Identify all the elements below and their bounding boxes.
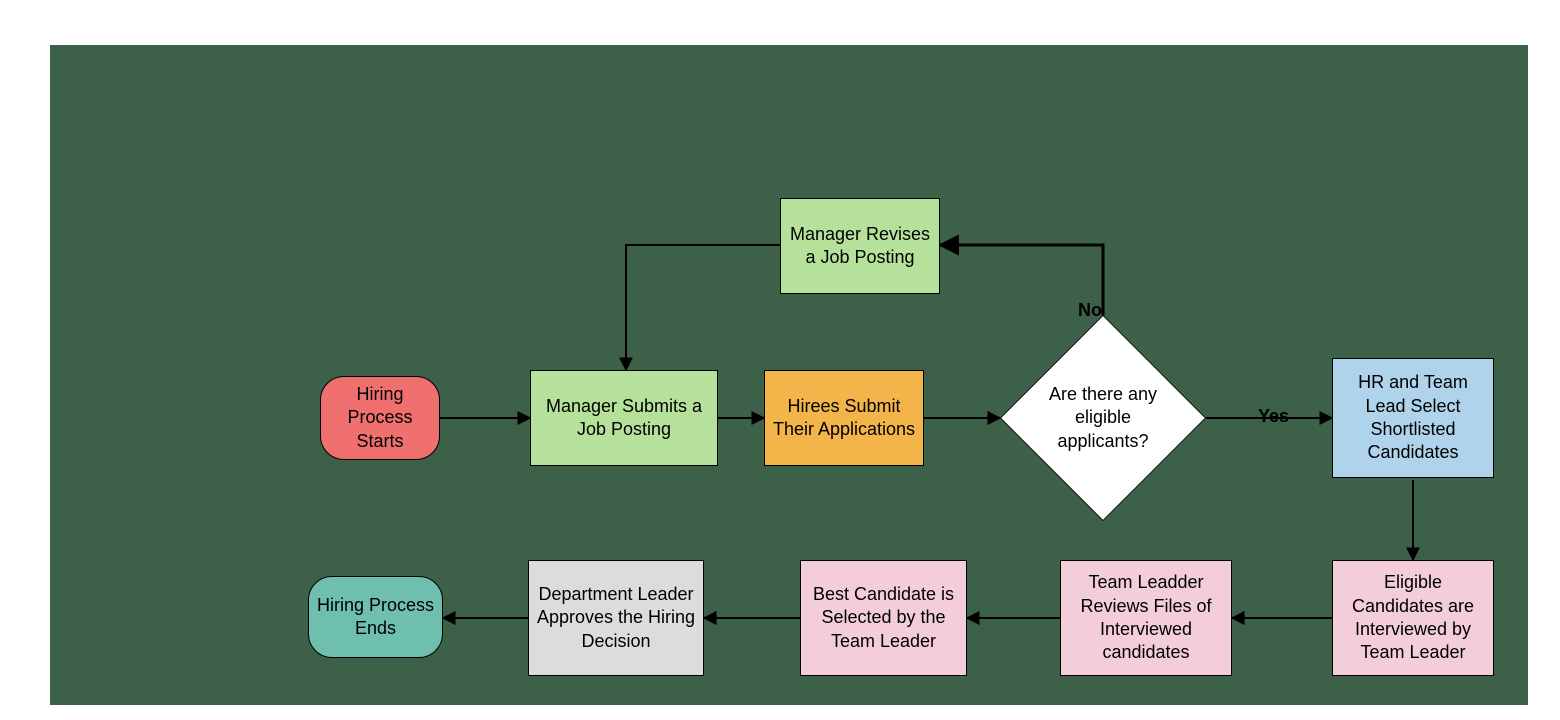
node-label: Hiring Process Starts (325, 383, 435, 453)
node-label: Team Leadder Reviews Files of Interviewe… (1065, 571, 1227, 665)
edge-label-yes: Yes (1258, 406, 1289, 427)
node-label: Are there any eligible applicants? (1000, 383, 1206, 453)
edge-label-no: No (1078, 300, 1102, 321)
process-review-files: Team Leadder Reviews Files of Interviewe… (1060, 560, 1232, 676)
node-label: Manager Submits a Job Posting (535, 395, 713, 442)
process-best-candidate: Best Candidate is Selected by the Team L… (800, 560, 967, 676)
process-revise-job: Manager Revises a Job Posting (780, 198, 940, 294)
decision-eligible: Are there any eligible applicants? (1000, 333, 1206, 503)
node-label: Hiring Process Ends (313, 594, 438, 641)
node-label: Department Leader Approves the Hiring De… (533, 583, 699, 653)
terminal-end: Hiring Process Ends (308, 576, 443, 658)
process-interview: Eligible Candidates are Interviewed by T… (1332, 560, 1494, 676)
node-label: Eligible Candidates are Interviewed by T… (1337, 571, 1489, 665)
node-label: Hirees Submit Their Applications (769, 395, 919, 442)
node-label: Manager Revises a Job Posting (785, 223, 935, 270)
flowchart-canvas: Hiring Process Starts Manager Submits a … (0, 0, 1560, 720)
process-dept-approve: Department Leader Approves the Hiring De… (528, 560, 704, 676)
node-label: HR and Team Lead Select Shortlisted Cand… (1337, 371, 1489, 465)
process-select-shortlist: HR and Team Lead Select Shortlisted Cand… (1332, 358, 1494, 478)
node-label: Best Candidate is Selected by the Team L… (805, 583, 962, 653)
process-submit-job: Manager Submits a Job Posting (530, 370, 718, 466)
process-hirees-submit: Hirees Submit Their Applications (764, 370, 924, 466)
terminal-start: Hiring Process Starts (320, 376, 440, 460)
